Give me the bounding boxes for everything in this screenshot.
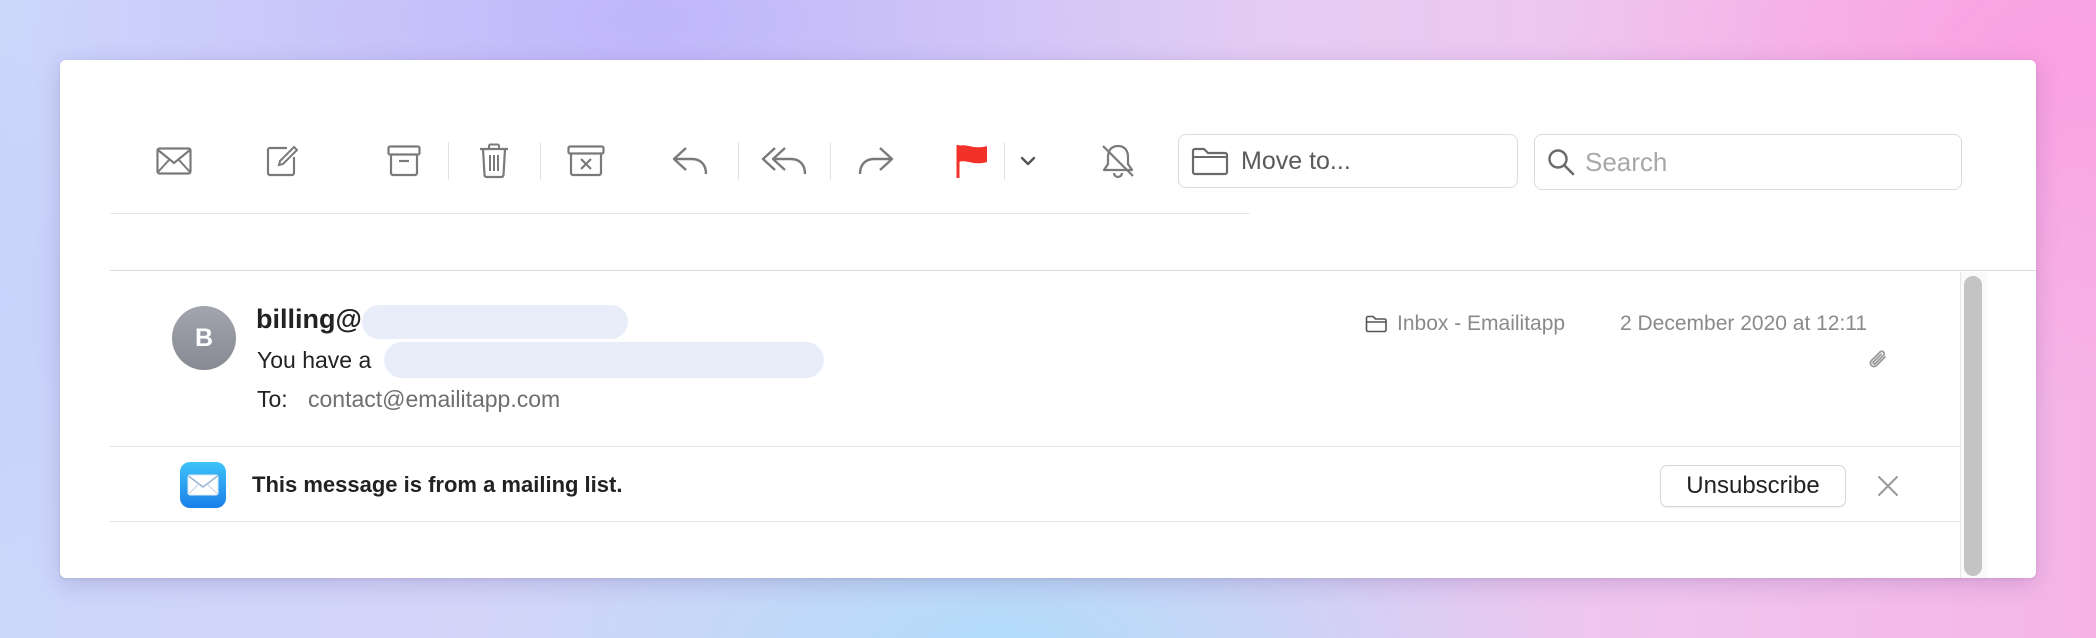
- mailbox-location: Inbox - Emailitapp: [1365, 312, 1565, 336]
- unsubscribe-button[interactable]: Unsubscribe: [1660, 465, 1846, 507]
- banner-close-button[interactable]: [1874, 472, 1902, 500]
- reply-all-icon: [761, 147, 807, 175]
- redacted-sender-domain: [362, 305, 628, 339]
- archive-box-icon: [387, 145, 421, 177]
- junk-box-icon: [567, 145, 605, 177]
- toolbar: Move to...: [60, 60, 2036, 220]
- envelope-icon: [187, 474, 219, 496]
- folder-icon: [1365, 315, 1387, 333]
- junk-button[interactable]: [558, 136, 614, 186]
- mail-window: Move to... B billing@ You have a To: con…: [60, 60, 2036, 578]
- compose-button[interactable]: [254, 136, 310, 186]
- redacted-subject: [384, 342, 824, 378]
- folder-icon: [1191, 147, 1229, 176]
- to-label: To:: [257, 386, 288, 412]
- flag-button[interactable]: [944, 136, 1000, 186]
- search-input[interactable]: [1585, 146, 1945, 178]
- search-field[interactable]: [1534, 134, 1962, 190]
- archive-button[interactable]: [376, 136, 432, 186]
- content-divider: [110, 270, 2036, 271]
- move-to-dropdown[interactable]: Move to...: [1178, 134, 1518, 188]
- mailing-list-message: This message is from a mailing list.: [252, 472, 623, 497]
- sender-address[interactable]: billing@: [256, 304, 362, 335]
- recipient-address[interactable]: contact@emailitapp.com: [308, 386, 560, 413]
- toolbar-divider: [110, 213, 1250, 214]
- chevron-down-icon: [1020, 156, 1036, 166]
- reply-button[interactable]: [662, 136, 718, 186]
- forward-button[interactable]: [848, 136, 904, 186]
- search-icon: [1548, 149, 1575, 176]
- move-to-label: Move to...: [1241, 146, 1351, 175]
- banner-divider: [110, 446, 1960, 447]
- toolbar-separator: [830, 142, 831, 180]
- mute-button[interactable]: [1090, 136, 1146, 186]
- paperclip-icon: [1869, 350, 1886, 368]
- toolbar-separator: [540, 142, 541, 180]
- forward-icon: [858, 147, 894, 175]
- delete-button[interactable]: [466, 136, 522, 186]
- sender-avatar: B: [172, 306, 236, 370]
- flag-menu-button[interactable]: [1008, 136, 1048, 186]
- toolbar-separator: [448, 142, 449, 180]
- flag-icon: [956, 145, 987, 178]
- attachment-indicator: [1866, 348, 1890, 377]
- toolbar-separator: [738, 142, 739, 180]
- trash-icon: [480, 143, 508, 179]
- get-mail-button[interactable]: [146, 136, 202, 186]
- close-icon: [1878, 476, 1898, 496]
- reply-all-button[interactable]: [756, 136, 812, 186]
- message-date: 2 December 2020 at 12:11: [1620, 312, 1868, 335]
- reply-icon: [672, 147, 708, 175]
- compose-icon: [266, 145, 299, 177]
- avatar-initial: B: [194, 323, 214, 352]
- mailbox-name: Inbox - Emailitapp: [1397, 312, 1566, 335]
- banner-divider: [110, 521, 1960, 522]
- envelope-icon: [156, 147, 192, 175]
- bell-slash-icon: [1102, 144, 1134, 179]
- mail-app-icon: [180, 462, 226, 508]
- scrollbar-thumb[interactable]: [1964, 276, 1982, 576]
- message-subject: You have a: [257, 347, 372, 373]
- toolbar-separator: [1004, 142, 1005, 180]
